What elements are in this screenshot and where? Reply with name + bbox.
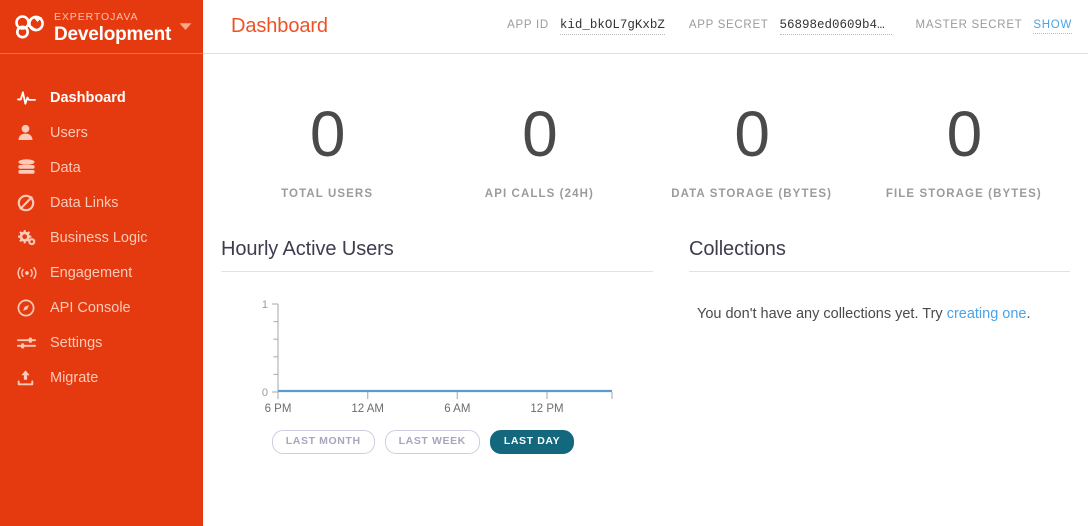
range-button-last-month[interactable]: LAST MONTH — [271, 430, 375, 454]
stat-value: 0 — [309, 98, 346, 170]
sidebar-item-label: Users — [50, 124, 88, 141]
collections-empty-text-after: . — [1026, 306, 1031, 322]
sidebar-item-label: Dashboard — [50, 89, 126, 106]
sidebar-item-label: Data Links — [50, 194, 119, 211]
main-content: Dashboard APP ID kid_bkOL7gKxbZ APP SECR… — [203, 0, 1088, 526]
stat-label: API CALLS (24H) — [484, 188, 594, 200]
page-title: Dashboard — [231, 15, 328, 37]
app-id-label: APP ID — [507, 19, 549, 31]
topbar: Dashboard APP ID kid_bkOL7gKxbZ APP SECR… — [203, 0, 1088, 54]
app-id-value[interactable]: kid_bkOL7gKxbZ — [559, 18, 665, 35]
range-button-last-day[interactable]: LAST DAY — [489, 430, 575, 454]
sliders-icon — [17, 336, 43, 350]
svg-text:1: 1 — [262, 299, 268, 311]
master-secret-label: MASTER SECRET — [915, 19, 1023, 31]
svg-text:0: 0 — [262, 387, 268, 399]
stat-value: 0 — [946, 98, 983, 170]
master-secret-field: MASTER SECRET SHOW — [916, 19, 1072, 34]
stat-value: 0 — [734, 98, 770, 170]
sidebar-nav: Dashboard Users Data Data Links Business… — [0, 54, 203, 395]
collections-empty-text-before: You don't have any collections yet. Try — [697, 306, 947, 322]
sidebar: EXPERTOJAVA Development Dashboard Users … — [0, 0, 203, 526]
svg-text:12 AM: 12 AM — [351, 403, 384, 415]
sidebar-item-label: Data — [50, 159, 81, 176]
svg-text:12 PM: 12 PM — [530, 403, 563, 415]
sidebar-item-label: Engagement — [50, 264, 133, 281]
master-secret-show-link[interactable]: SHOW — [1033, 19, 1072, 34]
activity-pulse-icon — [17, 90, 43, 106]
collections-panel: Collections You don't have any collectio… — [671, 238, 1088, 454]
database-icon — [17, 159, 43, 176]
stat-value: 0 — [522, 98, 558, 170]
stats-row: 0 TOTAL USERS 0 API CALLS (24H) 0 DATA S… — [203, 54, 1088, 200]
sidebar-item-data[interactable]: Data — [0, 150, 203, 185]
stat-api-calls: 0 API CALLS (24H) — [433, 96, 645, 200]
range-button-last-week[interactable]: LAST WEEK — [384, 430, 480, 454]
svg-text:6 AM: 6 AM — [444, 403, 470, 415]
sidebar-item-settings[interactable]: Settings — [0, 325, 203, 360]
svg-text:6 PM: 6 PM — [265, 403, 292, 415]
app-id-field: APP ID kid_bkOL7gKxbZ — [507, 18, 665, 35]
sidebar-item-business-logic[interactable]: Business Logic — [0, 220, 203, 255]
sidebar-item-users[interactable]: Users — [0, 115, 203, 150]
sidebar-item-label: Business Logic — [50, 229, 148, 246]
gears-icon — [17, 229, 43, 246]
environment-name: Development — [54, 24, 172, 46]
broadcast-icon — [17, 266, 43, 280]
create-collection-link[interactable]: creating one — [947, 306, 1027, 322]
stat-label: DATA STORAGE (BYTES) — [671, 188, 833, 200]
stat-label: TOTAL USERS — [281, 188, 374, 200]
collections-empty-state: You don't have any collections yet. Try … — [689, 272, 1070, 322]
sidebar-item-label: Settings — [50, 334, 103, 351]
panels-row: Hourly Active Users 1 0 6 PM 12 AM 6 AM … — [203, 200, 1088, 454]
link-slash-icon — [17, 194, 43, 212]
compass-icon — [17, 299, 43, 317]
sidebar-item-api-console[interactable]: API Console — [0, 290, 203, 325]
upload-icon — [17, 369, 43, 386]
panel-title: Hourly Active Users — [221, 238, 394, 260]
sidebar-item-dashboard[interactable]: Dashboard — [0, 80, 203, 115]
sidebar-item-label: Migrate — [50, 369, 99, 386]
org-name: EXPERTOJAVA — [54, 10, 139, 23]
stat-data-storage: 0 DATA STORAGE (BYTES) — [646, 96, 858, 200]
sidebar-item-migrate[interactable]: Migrate — [0, 360, 203, 395]
app-secret-label: APP SECRET — [688, 19, 769, 31]
infinity-loops-logo — [12, 12, 48, 42]
app-secret-value[interactable]: 56898ed0609b4b1e… — [779, 18, 892, 35]
stat-file-storage: 0 FILE STORAGE (BYTES) — [858, 96, 1070, 200]
sidebar-item-data-links[interactable]: Data Links — [0, 185, 203, 220]
app-secret-field: APP SECRET 56898ed0609b4b1e… — [689, 18, 892, 35]
sidebar-item-engagement[interactable]: Engagement — [0, 255, 203, 290]
sidebar-brand-text: EXPERTOJAVA Development — [54, 8, 175, 46]
chevron-down-icon[interactable] — [177, 22, 193, 31]
dashboard-page: EXPERTOJAVA Development Dashboard Users … — [0, 0, 1088, 526]
sidebar-brand-selector[interactable]: EXPERTOJAVA Development — [0, 0, 203, 54]
user-icon — [17, 124, 43, 141]
panel-title: Collections — [689, 238, 786, 260]
chart-range-buttons: LAST MONTH LAST WEEK LAST DAY — [221, 430, 653, 454]
hourly-active-users-panel: Hourly Active Users 1 0 6 PM 12 AM 6 AM … — [203, 238, 671, 454]
sidebar-item-label: API Console — [50, 299, 131, 316]
hourly-active-users-chart: 1 0 6 PM 12 AM 6 AM 12 PM — [221, 272, 653, 416]
stat-total-users: 0 TOTAL USERS — [221, 96, 433, 200]
stat-label: FILE STORAGE (BYTES) — [885, 188, 1042, 200]
